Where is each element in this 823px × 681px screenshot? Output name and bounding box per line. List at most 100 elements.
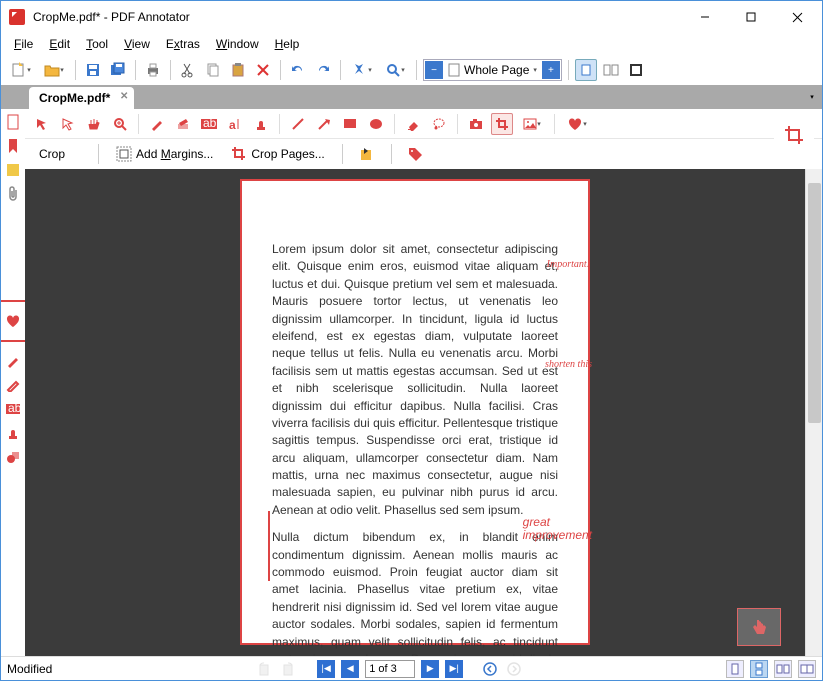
pan-tool-icon[interactable]: [83, 113, 105, 135]
ellipse-tool-icon[interactable]: [365, 113, 387, 135]
minimize-button[interactable]: [682, 2, 728, 32]
save-all-button[interactable]: [107, 59, 129, 81]
delete-button[interactable]: [252, 59, 274, 81]
marker-sidebar-icon[interactable]: [4, 376, 22, 394]
redo-button[interactable]: [312, 59, 334, 81]
menu-tool[interactable]: Tool: [78, 35, 116, 53]
select-tool-icon[interactable]: [57, 113, 79, 135]
annotation-toolbar: ab a ▾ ▾: [25, 109, 822, 139]
lasso-erase-icon[interactable]: [428, 113, 450, 135]
scrollbar-thumb[interactable]: [808, 183, 821, 423]
menu-bar: File Edit Tool View Extras Window Help: [1, 33, 822, 55]
layout-single-icon[interactable]: [726, 660, 744, 678]
two-page-button[interactable]: [600, 59, 622, 81]
stamp-sidebar-icon[interactable]: [4, 424, 22, 442]
rotate-left-icon[interactable]: [255, 660, 273, 678]
layout-two-page-icon[interactable]: [774, 660, 792, 678]
annotation-shorten: shorten this: [545, 359, 592, 370]
new-button[interactable]: ▾: [6, 59, 36, 81]
margin-bar-annotation: [268, 511, 270, 581]
find-button[interactable]: ▾: [347, 59, 377, 81]
marker-tool-icon[interactable]: [172, 113, 194, 135]
menu-edit[interactable]: Edit: [41, 35, 78, 53]
main-toolbar: ▾ ▾ ▾ ▾ − Whole Page▾ +: [1, 55, 822, 85]
document-canvas[interactable]: Lorem ipsum dolor sit amet, consectetur …: [25, 169, 805, 656]
page-icon: [448, 63, 460, 77]
fullscreen-button[interactable]: [625, 59, 647, 81]
attach-tool-icon[interactable]: [4, 185, 22, 203]
page-tool-icon[interactable]: [4, 113, 22, 131]
pen-icon[interactable]: [4, 352, 22, 370]
rect-tool-icon[interactable]: [339, 113, 361, 135]
menu-extras[interactable]: Extras: [158, 35, 208, 53]
menu-window[interactable]: Window: [208, 35, 267, 53]
textbox-tool-icon[interactable]: ab: [198, 113, 220, 135]
tab-overflow-button[interactable]: ▾: [804, 89, 820, 105]
text-tool-icon[interactable]: a: [224, 113, 246, 135]
layout-book-icon[interactable]: [798, 660, 816, 678]
pen-tool-icon[interactable]: [146, 113, 168, 135]
zoom-plus-icon[interactable]: +: [542, 61, 560, 79]
line-tool-icon[interactable]: [287, 113, 309, 135]
tag-icon[interactable]: [405, 143, 427, 165]
cut-button[interactable]: [177, 59, 199, 81]
favorite-icon[interactable]: [4, 312, 22, 330]
crop-tool-icon[interactable]: [491, 113, 513, 135]
menu-view[interactable]: View: [116, 35, 158, 53]
bookmark-tool-icon[interactable]: [4, 137, 22, 155]
zoom-minus-icon[interactable]: −: [425, 61, 443, 79]
last-page-button[interactable]: ▶|: [445, 660, 463, 678]
nav-back-button[interactable]: [481, 660, 499, 678]
next-page-button[interactable]: ▶: [421, 660, 439, 678]
annotation-great: greatimprovement: [523, 516, 592, 542]
svg-text:a: a: [229, 118, 236, 131]
crop-pages-icon: [231, 146, 247, 162]
image-tool-icon[interactable]: ▾: [517, 113, 547, 135]
tab-close-icon[interactable]: ✕: [120, 91, 128, 102]
single-page-button[interactable]: [575, 59, 597, 81]
eraser-tool-icon[interactable]: [402, 113, 424, 135]
zoom-selector[interactable]: − Whole Page▾ +: [423, 59, 562, 81]
print-button[interactable]: [142, 59, 164, 81]
paste-button[interactable]: [227, 59, 249, 81]
rotate-right-icon[interactable]: [279, 660, 297, 678]
left-sidebar: ab: [1, 109, 25, 656]
snapshot-tool-icon[interactable]: [465, 113, 487, 135]
textbox-sidebar-icon[interactable]: ab: [4, 400, 22, 418]
rotate-crop-icon[interactable]: [356, 143, 378, 165]
title-bar: CropMe.pdf* - PDF Annotator: [1, 1, 822, 33]
zoom-tool-icon[interactable]: [109, 113, 131, 135]
touch-mode-button[interactable]: [737, 608, 781, 646]
pdf-page[interactable]: Lorem ipsum dolor sit amet, consectetur …: [240, 179, 590, 645]
open-button[interactable]: ▾: [39, 59, 69, 81]
first-page-button[interactable]: |◀: [317, 660, 335, 678]
page-number-input[interactable]: [365, 660, 415, 678]
vertical-scrollbar[interactable]: [805, 169, 822, 656]
document-tab[interactable]: CropMe.pdf* ✕: [29, 87, 134, 109]
menu-file[interactable]: File: [6, 35, 41, 53]
copy-button[interactable]: [202, 59, 224, 81]
context-label: Crop: [39, 147, 65, 161]
crop-large-icon[interactable]: [774, 112, 814, 158]
save-button[interactable]: [82, 59, 104, 81]
prev-page-button[interactable]: ◀: [341, 660, 359, 678]
arrow-tool-icon[interactable]: [313, 113, 335, 135]
maximize-button[interactable]: [728, 2, 774, 32]
search-button[interactable]: ▾: [380, 59, 410, 81]
layout-continuous-icon[interactable]: [750, 660, 768, 678]
status-bar: Modified |◀ ◀ ▶ ▶|: [1, 656, 822, 680]
add-margins-button[interactable]: Add Margins...: [112, 144, 217, 164]
pointer-tool-icon[interactable]: [31, 113, 53, 135]
undo-button[interactable]: [287, 59, 309, 81]
tab-strip: CropMe.pdf* ✕ ▾: [1, 85, 822, 109]
favorites-tool-icon[interactable]: ▾: [562, 113, 592, 135]
stamp-tool-icon[interactable]: [250, 113, 272, 135]
menu-help[interactable]: Help: [267, 35, 308, 53]
note-tool-icon[interactable]: [4, 161, 22, 179]
close-button[interactable]: [774, 2, 820, 32]
nav-fwd-button[interactable]: [505, 660, 523, 678]
shape-sidebar-icon[interactable]: [4, 448, 22, 466]
annotation-important: Important!: [547, 259, 590, 270]
paragraph-2: Nulla dictum bibendum ex, in blandit eni…: [272, 529, 558, 656]
crop-pages-button[interactable]: Crop Pages...: [227, 144, 328, 164]
